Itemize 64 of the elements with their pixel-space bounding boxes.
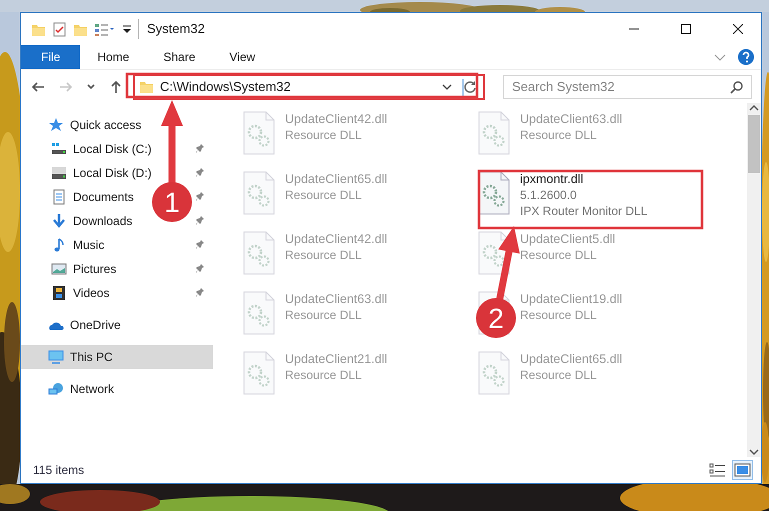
checklist-icon[interactable] (52, 22, 67, 36)
file-detail: Resource DLL (520, 247, 598, 263)
file-detail: IPX Router Monitor DLL (520, 203, 648, 219)
file-name[interactable]: ipxmontr.dll (520, 171, 648, 187)
properties-icon[interactable] (94, 22, 116, 36)
dll-file-icon (242, 231, 276, 275)
landscape-icon (51, 261, 67, 277)
file-detail: Resource DLL (520, 367, 598, 383)
minimize-icon (629, 28, 639, 30)
ribbon-tab[interactable]: Home (80, 45, 146, 69)
sidebar-item[interactable]: Pictures (73, 260, 116, 278)
sidebar-item[interactable]: Network (70, 380, 114, 398)
customize-menu-icon[interactable] (122, 23, 132, 35)
ribbon-tab[interactable]: View (212, 45, 272, 69)
large-icons-view-icon (734, 462, 751, 478)
drive-icon (51, 165, 67, 181)
sidebar-item[interactable]: Local Disk (D:) (73, 164, 152, 182)
download-arrow-icon (51, 213, 67, 229)
details-view-icon (709, 462, 726, 478)
file-detail: 5.1.2600.0 (520, 187, 578, 203)
search-icon (730, 80, 744, 94)
scroll-up-icon (749, 103, 759, 113)
file-menu-button[interactable]: File (21, 45, 80, 69)
sidebar-item[interactable]: Downloads (73, 212, 132, 230)
dll-file-icon (242, 291, 276, 335)
scrollbar[interactable] (747, 103, 761, 457)
scroll-down-icon (749, 447, 759, 457)
maximize-icon (681, 24, 691, 34)
dll-file-icon (477, 351, 511, 395)
sidebar-item[interactable]: Quick access (70, 116, 142, 134)
document-icon (51, 189, 67, 205)
file-detail: Resource DLL (285, 367, 363, 383)
sidebar-item[interactable]: Videos (73, 284, 110, 302)
dll-file-icon (242, 351, 276, 395)
file-detail: Resource DLL (285, 187, 363, 203)
help-icon[interactable] (737, 48, 755, 66)
sidebar-item[interactable]: Local Disk (C:) (73, 140, 152, 158)
dll-file-icon (242, 111, 276, 155)
close-icon (733, 24, 743, 34)
window-title: System32 (138, 19, 605, 39)
monitor-icon (48, 349, 64, 365)
drive-icon (51, 141, 67, 157)
dll-file-icon (242, 171, 276, 215)
scroll-thumb[interactable] (748, 115, 760, 173)
file-detail: Resource DLL (520, 127, 598, 143)
step-number-badge: 2 (476, 298, 516, 338)
file-detail: Resource DLL (285, 307, 363, 323)
dll-file-icon (477, 111, 511, 155)
film-icon (51, 285, 67, 301)
item-count: 115 items (33, 462, 86, 479)
file-detail: Resource DLL (520, 307, 598, 323)
step-number-badge: 1 (152, 182, 192, 222)
address-field[interactable]: C:\Windows\System32 (133, 74, 485, 100)
sidebar-item[interactable]: Music (73, 236, 104, 254)
folder-icon (139, 79, 154, 94)
sidebar-item[interactable]: OneDrive (70, 316, 121, 334)
sidebar-item[interactable]: Documents (73, 188, 134, 206)
file-detail: Resource DLL (285, 247, 363, 263)
file-detail: Resource DLL (285, 127, 363, 143)
star-icon (48, 117, 64, 133)
ribbon-tab[interactable]: Share (146, 45, 212, 69)
search-field[interactable]: Search System32 (503, 74, 752, 98)
sidebar-item[interactable]: This PC (70, 348, 113, 366)
network-icon (48, 381, 64, 397)
